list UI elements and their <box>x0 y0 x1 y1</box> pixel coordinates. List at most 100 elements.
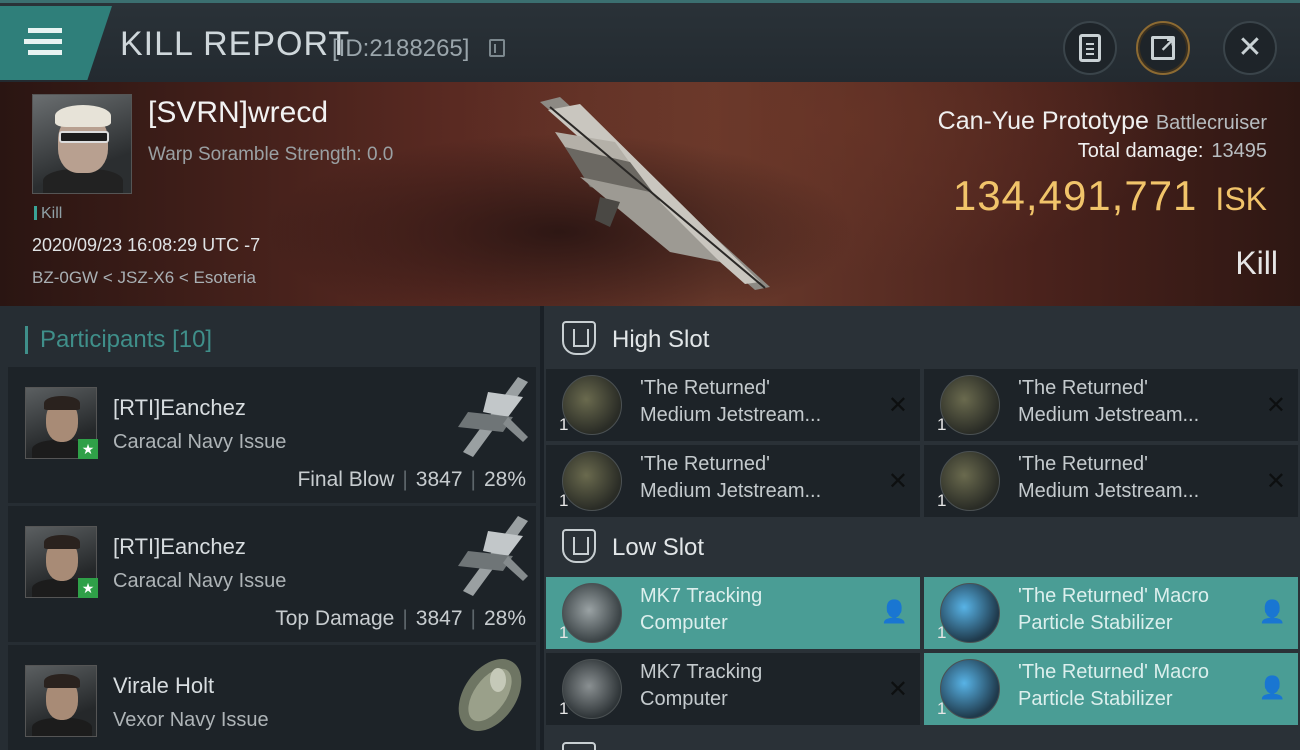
module-qty: 1 <box>559 623 569 642</box>
participant-row[interactable]: Virale Holt Vexor Navy Issue <box>8 645 536 750</box>
participant-row[interactable]: ★ [RTI]Eanchez Caracal Navy Issue Top Da… <box>8 506 536 642</box>
module-card[interactable]: 1 MK7 Tracking Computer 👤 <box>546 577 920 649</box>
avatar-hair <box>44 396 80 410</box>
jetstream-module-icon <box>562 451 622 511</box>
module-card[interactable]: 1 'The Returned' Medium Jetstream... ✕ <box>924 445 1298 517</box>
module-card[interactable]: 1 'The Returned' Medium Jetstream... ✕ <box>924 369 1298 441</box>
menu-icon <box>28 28 62 33</box>
participant-name: Virale Holt <box>113 673 215 698</box>
close-button[interactable]: ✕ <box>1223 21 1277 75</box>
module-name: 'The Returned' Medium Jetstream... <box>1018 375 1248 429</box>
participants-count: [10] <box>172 326 213 353</box>
share-button[interactable] <box>1136 21 1190 75</box>
module-card[interactable]: 1 'The Returned' Medium Jetstream... ✕ <box>546 369 920 441</box>
module-name-line1: 'The Returned' <box>1018 453 1148 475</box>
dropped-icon: 👤 <box>1258 599 1286 624</box>
module-card[interactable]: 1 'The Returned' Macro Particle Stabilize… <box>924 577 1298 649</box>
destroyed-icon: ✕ <box>887 392 908 419</box>
jetstream-module-icon <box>940 451 1000 511</box>
module-name-line1: 'The Returned' <box>640 453 770 475</box>
module-qty: 1 <box>937 623 947 642</box>
participant-ship: Caracal Navy Issue <box>113 431 287 453</box>
module-name-line2: Medium Jetstream... <box>1018 404 1200 426</box>
close-icon: ✕ <box>1237 31 1263 64</box>
module-card[interactable]: 1 'The Returned' Macro Particle Stabilize… <box>924 653 1298 725</box>
module-qty: 1 <box>559 699 569 718</box>
participant-role: Final Blow <box>297 468 395 491</box>
module-name-line1: 'The Returned' <box>640 377 770 399</box>
low-slot-icon <box>562 529 596 563</box>
total-damage-label: Total damage: <box>1077 140 1204 162</box>
share-icon <box>1151 33 1176 60</box>
participant-ship: Caracal Navy Issue <box>113 570 287 592</box>
high-slot-label: High Slot <box>612 326 710 353</box>
destroyed-icon: ✕ <box>887 468 908 495</box>
particle-stabilizer-icon <box>940 659 1000 719</box>
module-card[interactable]: 1 MK7 Tracking Computer ✕ <box>546 653 920 725</box>
particle-stabilizer-icon <box>940 583 1000 643</box>
victim-avatar[interactable] <box>32 94 132 194</box>
destroyed-icon: ✕ <box>887 676 908 703</box>
warp-scramble-strength: Warp Soramble Strength: 0.0 <box>148 144 394 165</box>
module-qty: 1 <box>559 491 569 510</box>
participants-label: Participants <box>40 326 166 353</box>
participants-header[interactable]: Participants [10] <box>25 326 212 354</box>
module-name-line1: 'The Returned' Macro <box>1018 585 1210 607</box>
avatar-hair <box>44 674 80 688</box>
kill-location[interactable]: BZ-0GW < JSZ-X6 < Esoteria <box>32 268 256 288</box>
destroyed-icon: ✕ <box>1265 468 1286 495</box>
separator: | <box>470 607 476 630</box>
total-damage: Total damage: 13495 <box>1078 140 1267 163</box>
clipboard-button[interactable] <box>1063 21 1117 75</box>
participant-stats: Final Blow | 3847 | 28% <box>297 468 526 492</box>
avatar-suit <box>32 718 92 736</box>
module-name-line2: Computer <box>640 612 728 634</box>
menu-button[interactable] <box>0 6 112 80</box>
participant-ship-image <box>458 516 528 596</box>
module-name-line2: Particle Stabilizer <box>1018 688 1173 710</box>
menu-icon-bar <box>28 50 62 55</box>
destroyed-icon: ✕ <box>1265 392 1286 419</box>
module-qty: 1 <box>937 491 947 510</box>
separator: | <box>470 468 476 491</box>
module-name-line1: 'The Returned' <box>1018 377 1148 399</box>
mid-slot-header-partial <box>544 736 1300 750</box>
module-name-line1: MK7 Tracking <box>640 585 763 607</box>
participant-damage: 3847 <box>415 468 463 491</box>
tracking-computer-icon <box>562 583 622 643</box>
module-name-line2: Computer <box>640 688 728 710</box>
module-qty: 1 <box>937 415 947 434</box>
copy-icon[interactable] <box>489 39 505 57</box>
module-qty: 1 <box>937 699 947 718</box>
participant-avatar[interactable] <box>25 665 97 737</box>
isk-value: 134,491,771 <box>952 172 1198 219</box>
module-name: 'The Returned' Medium Jetstream... <box>640 375 870 429</box>
high-slot-header: High Slot <box>544 306 1300 372</box>
clipboard-icon <box>1079 34 1101 62</box>
module-name: 'The Returned' Macro Particle Stabilizer <box>1018 583 1248 637</box>
separator: | <box>402 468 408 491</box>
dropped-icon: 👤 <box>1258 675 1286 700</box>
page-title: KILL REPORT <box>120 25 351 63</box>
participant-ship-image <box>458 377 528 457</box>
module-name: 'The Returned' Macro Particle Stabilizer <box>1018 659 1248 713</box>
isk-value-line: 134,491,771 ISK <box>953 172 1267 220</box>
module-name-line1: MK7 Tracking <box>640 661 763 683</box>
kill-id: [ID:2188265] <box>332 35 470 62</box>
participant-name: [RTI]Eanchez <box>113 395 246 420</box>
victim-ship[interactable]: Can-Yue Prototype Battlecruiser <box>938 107 1267 136</box>
module-name-line2: Medium Jetstream... <box>640 480 822 502</box>
victim-name[interactable]: [SVRN]wrecd <box>148 96 328 130</box>
star-icon: ★ <box>78 578 98 598</box>
participant-row[interactable]: ★ [RTI]Eanchez Caracal Navy Issue Final … <box>8 367 536 503</box>
fitting-panel: High Slot 1 'The Returned' Medium Jetstre… <box>544 306 1300 750</box>
victim-ship-image[interactable] <box>520 92 790 292</box>
avatar-glasses <box>59 131 109 143</box>
separator: | <box>402 607 408 630</box>
module-name-line2: Medium Jetstream... <box>640 404 822 426</box>
low-slot-label: Low Slot <box>612 534 705 561</box>
module-card[interactable]: 1 'The Returned' Medium Jetstream... ✕ <box>546 445 920 517</box>
low-slot-header: Low Slot <box>544 514 1300 580</box>
high-slot-icon <box>562 321 596 355</box>
module-name: 'The Returned' Medium Jetstream... <box>1018 451 1248 505</box>
